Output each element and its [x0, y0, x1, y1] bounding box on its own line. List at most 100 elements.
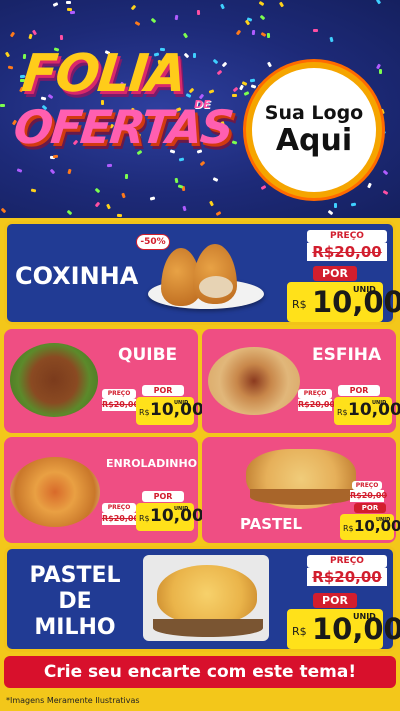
preco-label: PREÇO [102, 389, 136, 399]
confetti-piece [121, 192, 126, 199]
confetti-piece [350, 202, 357, 207]
confetti-piece [130, 4, 137, 11]
confetti-piece [177, 184, 184, 189]
confetti-piece [260, 31, 267, 38]
confetti-piece [183, 32, 189, 38]
confetti-piece [124, 173, 128, 179]
old-price: R$20,00 [298, 399, 336, 411]
por-label: POR [313, 266, 357, 281]
confetti-piece [382, 169, 388, 176]
price-tag: R$ 10,00 UNID [136, 503, 204, 531]
title-ofertas: OFERTAS [11, 100, 235, 154]
confetti-piece [251, 30, 255, 36]
old-price: R$20,00 [102, 399, 140, 411]
confetti-piece [327, 209, 334, 215]
confetti-piece [174, 178, 179, 184]
unit-label: UNID [376, 517, 391, 523]
product-card-coxinha: COXINHA PREÇO R$20,00 POR R$ 10,00 UNID [4, 221, 400, 325]
confetti-piece [379, 68, 383, 74]
confetti-piece [150, 18, 156, 24]
product-card-pastel-milho: PASTEL DE MILHO PREÇO R$20,00 POR R$ 10,… [4, 546, 400, 652]
logo-line2: Aqui [275, 122, 353, 158]
confetti-piece [380, 108, 385, 115]
confetti-piece [5, 51, 11, 57]
confetti-piece [192, 52, 197, 58]
confetti-piece [250, 84, 257, 89]
old-price: R$20,00 [102, 513, 140, 525]
preco-label: PREÇO [307, 555, 387, 568]
preco-label: PREÇO [298, 389, 332, 399]
basket-image [250, 489, 354, 505]
confetti-piece [333, 203, 337, 209]
currency: R$ [139, 408, 150, 417]
confetti-piece [238, 84, 244, 91]
confetti-piece [231, 140, 238, 146]
confetti-piece [382, 190, 389, 196]
confetti-piece [134, 21, 141, 27]
product-card-esfiha: ESFIHA PREÇO R$20,00 POR R$ 10,00 UNID [202, 329, 400, 433]
confetti-piece [231, 94, 238, 98]
discount-badge: -50% [136, 234, 170, 250]
confetti-piece [278, 1, 285, 8]
unit-label: UNID [174, 506, 189, 512]
currency: R$ [292, 625, 307, 638]
confetti-piece [59, 34, 63, 40]
confetti-piece [149, 196, 155, 201]
confetti-piece [215, 210, 222, 216]
price-tag: R$ 10,00 UNID [287, 609, 400, 649]
confetti-piece [259, 15, 266, 21]
confetti-piece [212, 58, 218, 64]
confetti-piece [313, 29, 319, 33]
confetti-piece [181, 205, 187, 212]
confetti-piece [66, 7, 72, 12]
confetti-piece [216, 69, 222, 75]
por-label: POR [313, 593, 357, 608]
product-name: QUIBE [118, 345, 178, 365]
confetti-piece [1, 208, 7, 214]
title-folia: FOLIA [18, 44, 188, 104]
confetti-piece [212, 176, 219, 182]
confetti-piece [188, 87, 195, 94]
confetti-piece [208, 89, 215, 94]
confetti-piece [367, 182, 372, 189]
product-name: PASTEL [240, 515, 303, 533]
confetti-piece [196, 10, 200, 16]
price-tag: R$ 10,00 UNID [340, 514, 400, 540]
confetti-piece [52, 1, 59, 7]
currency: R$ [292, 298, 307, 311]
confetti-piece [28, 33, 33, 39]
old-price: R$20,00 [307, 568, 387, 586]
confetti-piece [52, 154, 59, 159]
confetti-piece [94, 187, 100, 194]
confetti-piece [376, 0, 382, 5]
preco-label: PREÇO [102, 503, 136, 513]
unit-label: UNID [372, 400, 387, 406]
preco-label: PREÇO [307, 230, 387, 243]
footer-disclaimer: *Imagens Meramente Ilustrativas [0, 690, 400, 711]
confetti-piece [116, 213, 122, 217]
por-label: POR [338, 385, 380, 396]
confetti-piece [185, 93, 192, 99]
confetti-piece [221, 61, 228, 68]
confetti-piece [9, 31, 15, 38]
confetti-piece [94, 201, 101, 208]
confetti-piece [219, 3, 225, 10]
confetti-piece [266, 61, 272, 68]
quibe-image [10, 343, 98, 417]
currency: R$ [343, 524, 354, 533]
confetti-piece [0, 104, 6, 108]
preco-label: PREÇO [352, 481, 382, 490]
por-label: POR [354, 503, 386, 513]
unit-label: UNID [353, 612, 376, 621]
logo-placeholder: Sua Logo Aqui [246, 62, 382, 198]
confetti-piece [7, 65, 13, 70]
esfiha-image [208, 347, 300, 415]
product-name: ESFIHA [312, 345, 382, 365]
cta-banner[interactable]: Crie seu encarte com este tema! [4, 656, 396, 688]
name-line3: MILHO [34, 615, 116, 640]
confetti-piece [243, 91, 250, 97]
por-label: POR [142, 491, 184, 502]
product-name: COXINHA [15, 262, 139, 290]
confetti-piece [178, 157, 185, 162]
confetti-piece [233, 86, 239, 93]
